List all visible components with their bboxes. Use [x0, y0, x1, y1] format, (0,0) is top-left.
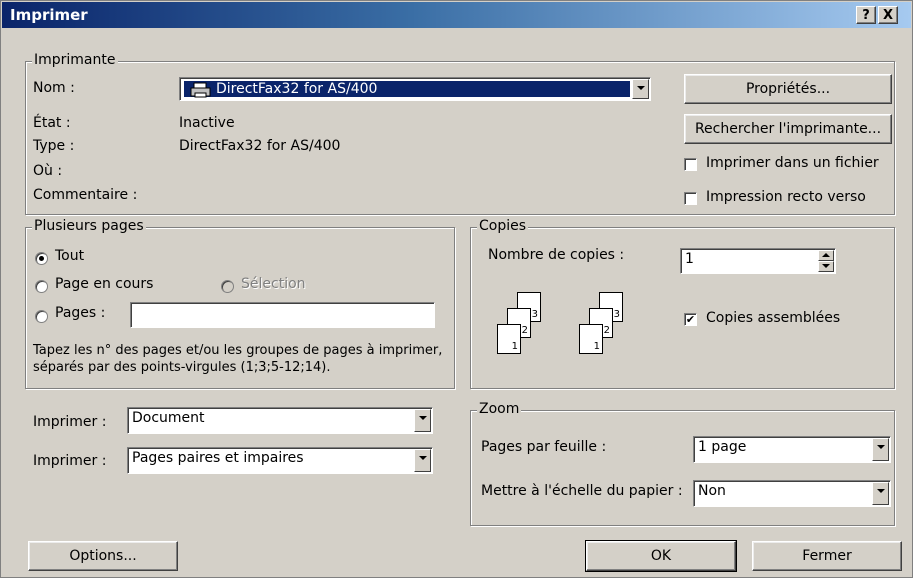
page-1-icon: 1 — [579, 324, 603, 354]
type-label: Type : — [33, 138, 75, 154]
printer-name-label: Nom : — [33, 80, 75, 96]
pages-hint: Tapez les n° des pages et/ou les groupes… — [33, 343, 443, 375]
page-number: 2 — [521, 325, 528, 336]
copies-count-value: 1 — [685, 251, 694, 267]
print-what-value: Document — [132, 410, 205, 426]
collate-checkbox[interactable]: ✔ — [684, 313, 697, 326]
page-1-icon: 1 — [497, 324, 521, 354]
pages-per-sheet-label: Pages par feuille : — [481, 439, 607, 455]
printer-name-value: DirectFax32 for AS/400 — [216, 81, 378, 97]
title-bar: Imprimer ? X — [2, 2, 911, 28]
close-button[interactable]: X — [878, 6, 898, 24]
radio-all-label: Tout — [55, 248, 85, 264]
window-title: Imprimer — [10, 6, 88, 24]
printer-icon — [190, 82, 212, 102]
print-what-select[interactable]: Document — [127, 407, 433, 434]
pages-per-sheet-value: 1 page — [698, 439, 747, 455]
copies-count-input[interactable]: 1 — [680, 248, 836, 274]
scale-value: Non — [698, 483, 726, 499]
spin-down-icon[interactable] — [818, 261, 834, 272]
properties-button[interactable]: Propriétés... — [684, 74, 892, 104]
collated-pages-icon: 3 2 1 — [577, 290, 637, 370]
status-label: État : — [33, 115, 71, 131]
duplex-checkbox[interactable] — [684, 192, 697, 205]
radio-all[interactable] — [35, 252, 48, 265]
comment-label: Commentaire : — [33, 187, 138, 203]
radio-selection[interactable] — [221, 280, 234, 293]
radio-current-page[interactable] — [35, 280, 48, 293]
pages-per-sheet-select[interactable]: 1 page — [693, 436, 891, 463]
copies-count-label: Nombre de copies : — [488, 247, 625, 263]
print-what-label: Imprimer : — [33, 414, 107, 430]
print-range-value: Pages paires et impaires — [132, 450, 304, 466]
zoom-group: Zoom — [470, 401, 895, 526]
print-range-label: Imprimer : — [33, 453, 107, 469]
cancel-button[interactable]: Fermer — [752, 541, 902, 571]
page-number: 2 — [603, 325, 610, 336]
chevron-down-icon[interactable] — [414, 449, 431, 472]
collated-pages-icon: 3 2 1 — [495, 290, 555, 370]
zoom-legend: Zoom — [477, 401, 522, 417]
print-dialog: Imprimer ? X Imprimante Nom : DirectFax3… — [0, 0, 913, 578]
checkmark-icon: ✔ — [685, 313, 696, 326]
duplex-label: Impression recto verso — [706, 189, 866, 205]
radio-pages-label: Pages : — [55, 305, 106, 321]
printer-legend: Imprimante — [32, 52, 118, 68]
page-number: 3 — [531, 309, 538, 320]
radio-current-page-label: Page en cours — [55, 276, 154, 292]
collate-label: Copies assemblées — [706, 310, 841, 326]
help-button[interactable]: ? — [856, 6, 876, 24]
where-label: Où : — [33, 163, 63, 179]
options-button[interactable]: Options... — [28, 541, 178, 571]
radio-pages[interactable] — [35, 310, 48, 323]
printer-name-select[interactable]: DirectFax32 for AS/400 — [179, 77, 651, 101]
pages-input[interactable] — [130, 302, 435, 328]
scale-select[interactable]: Non — [693, 480, 891, 507]
find-printer-button[interactable]: Rechercher l'imprimante... — [684, 114, 892, 144]
print-to-file-checkbox[interactable] — [684, 158, 697, 171]
chevron-down-icon[interactable] — [632, 79, 649, 99]
page-number: 1 — [593, 341, 600, 352]
type-value: DirectFax32 for AS/400 — [179, 138, 341, 154]
page-number: 3 — [613, 309, 620, 320]
print-range-select[interactable]: Pages paires et impaires — [127, 447, 433, 474]
status-value: Inactive — [179, 115, 235, 131]
print-to-file-label: Imprimer dans un fichier — [706, 155, 879, 171]
page-number: 1 — [511, 341, 518, 352]
copies-legend: Copies — [477, 218, 529, 234]
ok-button[interactable]: OK — [585, 540, 737, 572]
chevron-down-icon[interactable] — [872, 438, 889, 461]
radio-selection-label: Sélection — [241, 276, 306, 292]
chevron-down-icon[interactable] — [872, 482, 889, 505]
spin-up-icon[interactable] — [818, 250, 834, 261]
pages-legend: Plusieurs pages — [32, 218, 146, 234]
scale-label: Mettre à l'échelle du papier : — [481, 483, 683, 499]
chevron-down-icon[interactable] — [414, 409, 431, 432]
